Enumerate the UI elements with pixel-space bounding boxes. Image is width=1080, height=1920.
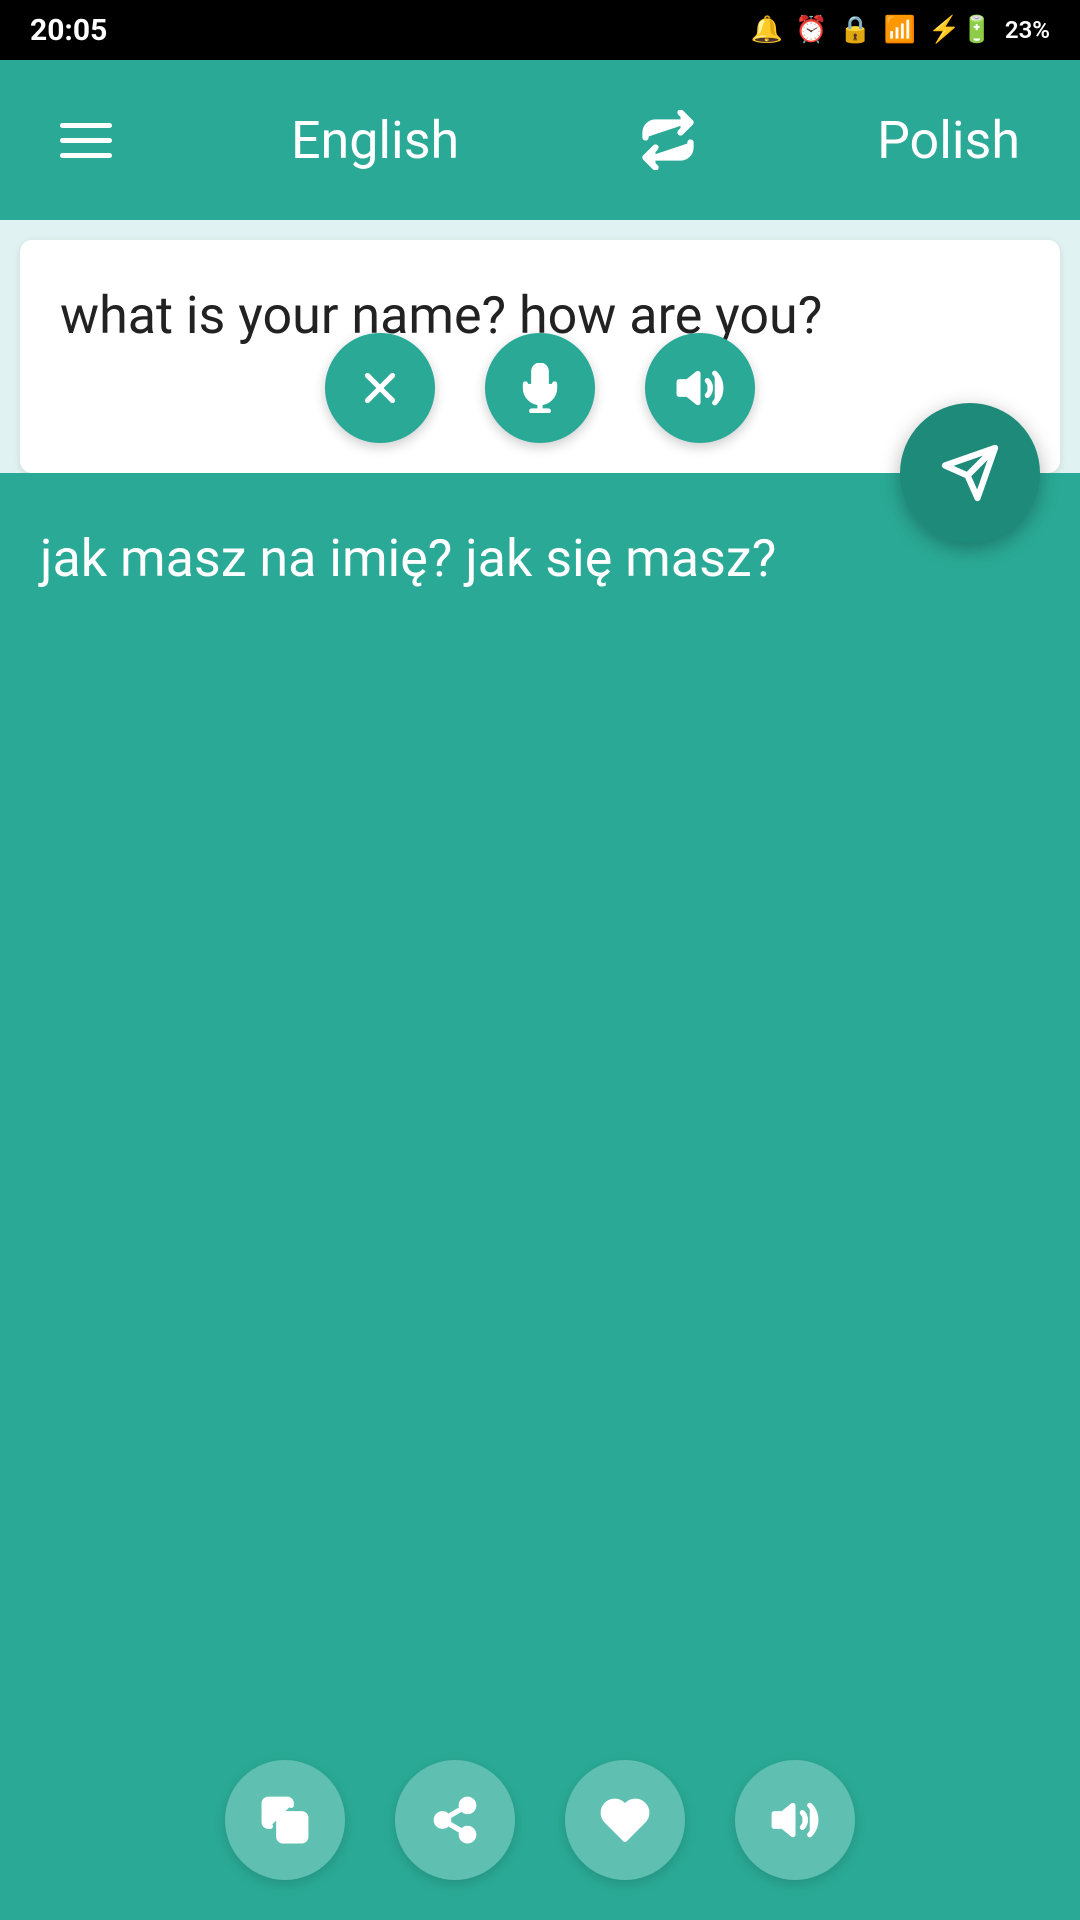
translation-actions [0,1760,1080,1880]
speak-source-button[interactable] [645,333,755,443]
speak-translation-button[interactable] [735,1760,855,1880]
source-actions [20,333,1060,443]
target-language-selector[interactable]: Polish [877,110,1020,171]
toolbar: English Polish [0,60,1080,220]
status-icons: 🔔 ⏰ 🔒 📶 ⚡🔋 23% [751,15,1050,45]
alarm-icon: ⏰ [795,15,827,45]
status-time: 20:05 [30,13,107,48]
share-button[interactable] [395,1760,515,1880]
clear-button[interactable] [325,333,435,443]
battery-icon: ⚡🔋 [928,15,993,45]
copy-button[interactable] [225,1760,345,1880]
menu-button[interactable] [60,123,112,158]
source-language-selector[interactable]: English [291,110,459,171]
translation-panel: jak masz na imię? jak się masz? [0,473,1080,1920]
notification-icon: 🔔 [751,15,783,45]
translate-button[interactable] [900,403,1040,543]
source-wrapper: what is your name? how are you? [0,220,1080,473]
lock-icon: 🔒 [839,15,871,45]
swap-languages-button[interactable] [638,110,698,170]
source-panel: what is your name? how are you? [20,240,1060,473]
translation-text: jak masz na imię? jak się masz? [40,523,1040,596]
signal-icon: 📶 [884,15,916,45]
main-content: what is your name? how are you? [0,220,1080,1920]
favorite-button[interactable] [565,1760,685,1880]
status-bar: 20:05 🔔 ⏰ 🔒 📶 ⚡🔋 23% [0,0,1080,60]
battery-percent: 23% [1005,16,1050,44]
microphone-button[interactable] [485,333,595,443]
